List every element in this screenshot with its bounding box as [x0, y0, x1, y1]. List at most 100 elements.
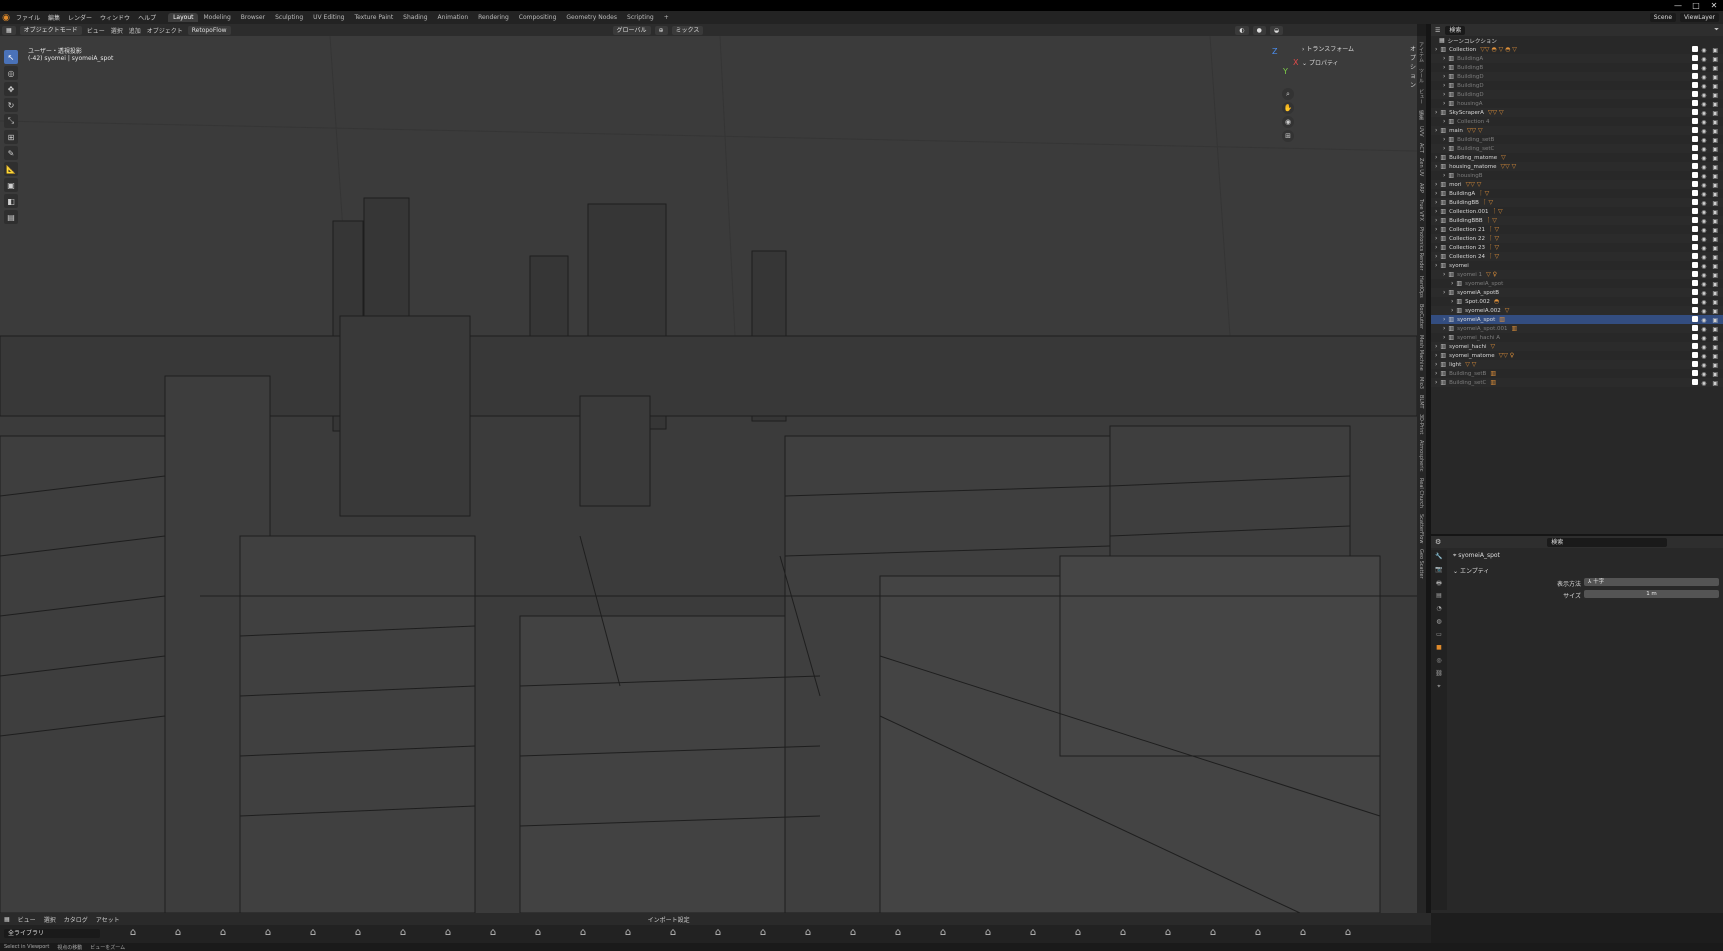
expand-chevron-icon[interactable]: ›: [1443, 118, 1445, 125]
include-checkbox[interactable]: [1692, 63, 1699, 70]
outliner-row[interactable]: › ▥ Building_setB ▥ ◉ ▣: [1431, 369, 1723, 378]
expand-chevron-icon[interactable]: ›: [1443, 100, 1445, 107]
overlay-icon[interactable]: ◐: [1235, 25, 1249, 35]
side-tab[interactable]: アイテム: [1418, 42, 1425, 62]
object-tab-icon[interactable]: ■: [1433, 644, 1445, 654]
side-tab[interactable]: True VFX: [1418, 199, 1424, 221]
visibility-toggles[interactable]: ◉ ▣: [1692, 99, 1720, 108]
asset-thumbnail[interactable]: ⌂: [1025, 927, 1041, 940]
outliner-editor-icon[interactable]: ☰: [1435, 27, 1440, 34]
include-checkbox[interactable]: [1692, 72, 1699, 79]
asset-menu-catalog[interactable]: カタログ: [60, 915, 92, 924]
outliner-row[interactable]: › ▥ housingA ◉ ▣: [1431, 99, 1723, 108]
menu-window[interactable]: ウィンドウ: [96, 13, 134, 22]
workspace-tab[interactable]: Layout: [168, 13, 199, 22]
asset-thumbnail[interactable]: ⌂: [665, 927, 681, 940]
outliner-row[interactable]: › ▥ BuildingBB ᛙ ▽ ◉ ▣: [1431, 198, 1723, 207]
include-checkbox[interactable]: [1692, 360, 1699, 367]
outliner-row[interactable]: › ▥ syomei 1 ▽ ♀ ◉ ▣: [1431, 270, 1723, 279]
include-checkbox[interactable]: [1692, 81, 1699, 88]
visibility-toggles[interactable]: ◉ ▣: [1692, 207, 1720, 216]
asset-thumbnail[interactable]: ⌂: [800, 927, 816, 940]
outliner-row[interactable]: › ▥ syomei_hachi A ◉ ▣: [1431, 333, 1723, 342]
cursor-tool-icon[interactable]: ◎: [4, 66, 18, 80]
include-checkbox[interactable]: [1692, 135, 1699, 142]
outliner-row[interactable]: › ▥ syomeiA_spot ◉ ▣: [1431, 279, 1723, 288]
side-tab[interactable]: ツール: [1418, 68, 1425, 83]
expand-chevron-icon[interactable]: ›: [1435, 226, 1437, 233]
include-checkbox[interactable]: [1692, 306, 1699, 313]
visibility-toggles[interactable]: ◉ ▣: [1692, 180, 1720, 189]
asset-thumbnail[interactable]: ⌂: [125, 927, 141, 940]
include-checkbox[interactable]: [1692, 225, 1699, 232]
visibility-toggles[interactable]: ◉ ▣: [1692, 279, 1720, 288]
asset-menu-asset[interactable]: アセット: [92, 915, 124, 924]
select-tool-icon[interactable]: ↖: [4, 50, 18, 64]
include-checkbox[interactable]: [1692, 108, 1699, 115]
asset-thumbnail[interactable]: ⌂: [350, 927, 366, 940]
asset-thumbnail[interactable]: ⌂: [1295, 927, 1311, 940]
side-tab[interactable]: BLMT: [1418, 395, 1424, 409]
visibility-toggles[interactable]: ◉ ▣: [1692, 369, 1720, 378]
menu-render[interactable]: レンダー: [64, 13, 96, 22]
include-checkbox[interactable]: [1692, 297, 1699, 304]
expand-chevron-icon[interactable]: ›: [1435, 361, 1437, 368]
grid-icon[interactable]: ⊞: [1282, 130, 1294, 142]
outliner-row[interactable]: › ▥ BuildingD ◉ ▣: [1431, 90, 1723, 99]
menu-file[interactable]: ファイル: [12, 13, 44, 22]
gizmo-x-label[interactable]: X: [1293, 58, 1298, 67]
measure-tool-icon[interactable]: 📐: [4, 162, 18, 176]
visibility-toggles[interactable]: ◉ ▣: [1692, 261, 1720, 270]
workspace-tab[interactable]: Compositing: [514, 13, 562, 22]
include-checkbox[interactable]: [1692, 153, 1699, 160]
workspace-tab[interactable]: UV Editing: [308, 13, 349, 22]
side-tab[interactable]: BoxCutter: [1418, 304, 1424, 329]
visibility-toggles[interactable]: ◉ ▣: [1692, 108, 1720, 117]
filter-icon[interactable]: ⏷: [1714, 26, 1719, 34]
asset-thumbnail[interactable]: ⌂: [530, 927, 546, 940]
expand-chevron-icon[interactable]: ›: [1435, 253, 1437, 260]
mode-selector[interactable]: オブジェクトモード: [19, 25, 82, 35]
asset-thumbnail[interactable]: ⌂: [1070, 927, 1086, 940]
include-checkbox[interactable]: [1692, 117, 1699, 124]
close-button[interactable]: ✕: [1705, 1, 1723, 10]
include-checkbox[interactable]: [1692, 279, 1699, 286]
move-tool-icon[interactable]: ✥: [4, 82, 18, 96]
visibility-toggles[interactable]: ◉ ▣: [1692, 225, 1720, 234]
maximize-button[interactable]: □: [1687, 1, 1705, 10]
include-checkbox[interactable]: [1692, 261, 1699, 268]
shading-material-icon[interactable]: ◒: [1269, 25, 1284, 35]
visibility-toggles[interactable]: ◉ ▣: [1692, 333, 1720, 342]
expand-chevron-icon[interactable]: ›: [1443, 55, 1445, 62]
expand-chevron-icon[interactable]: ›: [1435, 46, 1437, 53]
side-tab[interactable]: ARP: [1418, 183, 1424, 193]
visibility-toggles[interactable]: ◉ ▣: [1692, 90, 1720, 99]
expand-chevron-icon[interactable]: ›: [1443, 289, 1445, 296]
workspace-tab[interactable]: Rendering: [473, 13, 514, 22]
expand-chevron-icon[interactable]: ›: [1443, 145, 1445, 152]
visibility-toggles[interactable]: ◉ ▣: [1692, 162, 1720, 171]
outliner-row[interactable]: › ▥ light ▽ ▽ ◉ ▣: [1431, 360, 1723, 369]
outliner-row[interactable]: › ▥ Collection 21 ᛙ ▽ ◉ ▣: [1431, 225, 1723, 234]
include-checkbox[interactable]: [1692, 234, 1699, 241]
side-tab[interactable]: ScatterFlow: [1418, 514, 1424, 543]
workspace-tab[interactable]: Animation: [433, 13, 474, 22]
workspace-tab[interactable]: Geometry Nodes: [561, 13, 622, 22]
include-checkbox[interactable]: [1692, 243, 1699, 250]
side-tab[interactable]: Photonics Render: [1418, 227, 1424, 271]
include-checkbox[interactable]: [1692, 45, 1699, 52]
blender-logo-icon[interactable]: ◉: [0, 13, 12, 23]
outliner-row[interactable]: › ▥ mori ▽▽ ▽ ◉ ▣: [1431, 180, 1723, 189]
outliner-row[interactable]: › ▥ BuildingBBB ᛙ ▽ ◉ ▣: [1431, 216, 1723, 225]
asset-thumbnail[interactable]: ⌂: [395, 927, 411, 940]
include-checkbox[interactable]: [1692, 324, 1699, 331]
outliner-row[interactable]: › ▥ syomeiA.002 ▽ ◉ ▣: [1431, 306, 1723, 315]
include-checkbox[interactable]: [1692, 171, 1699, 178]
asset-editor-icon[interactable]: ▦: [0, 916, 14, 923]
asset-thumbnail[interactable]: ⌂: [1340, 927, 1356, 940]
menu-select[interactable]: 選択: [108, 26, 126, 35]
outliner-row[interactable]: › ▥ Collection ▽▽ ◓ ▽ ◓ ▽ ◉ ▣: [1431, 45, 1723, 54]
asset-thumbnail[interactable]: ⌂: [575, 927, 591, 940]
outliner-row[interactable]: › ▥ Building_matome ▽ ◉ ▣: [1431, 153, 1723, 162]
outliner-row[interactable]: › ▥ Collection 22 ᛙ ▽ ◉ ▣: [1431, 234, 1723, 243]
